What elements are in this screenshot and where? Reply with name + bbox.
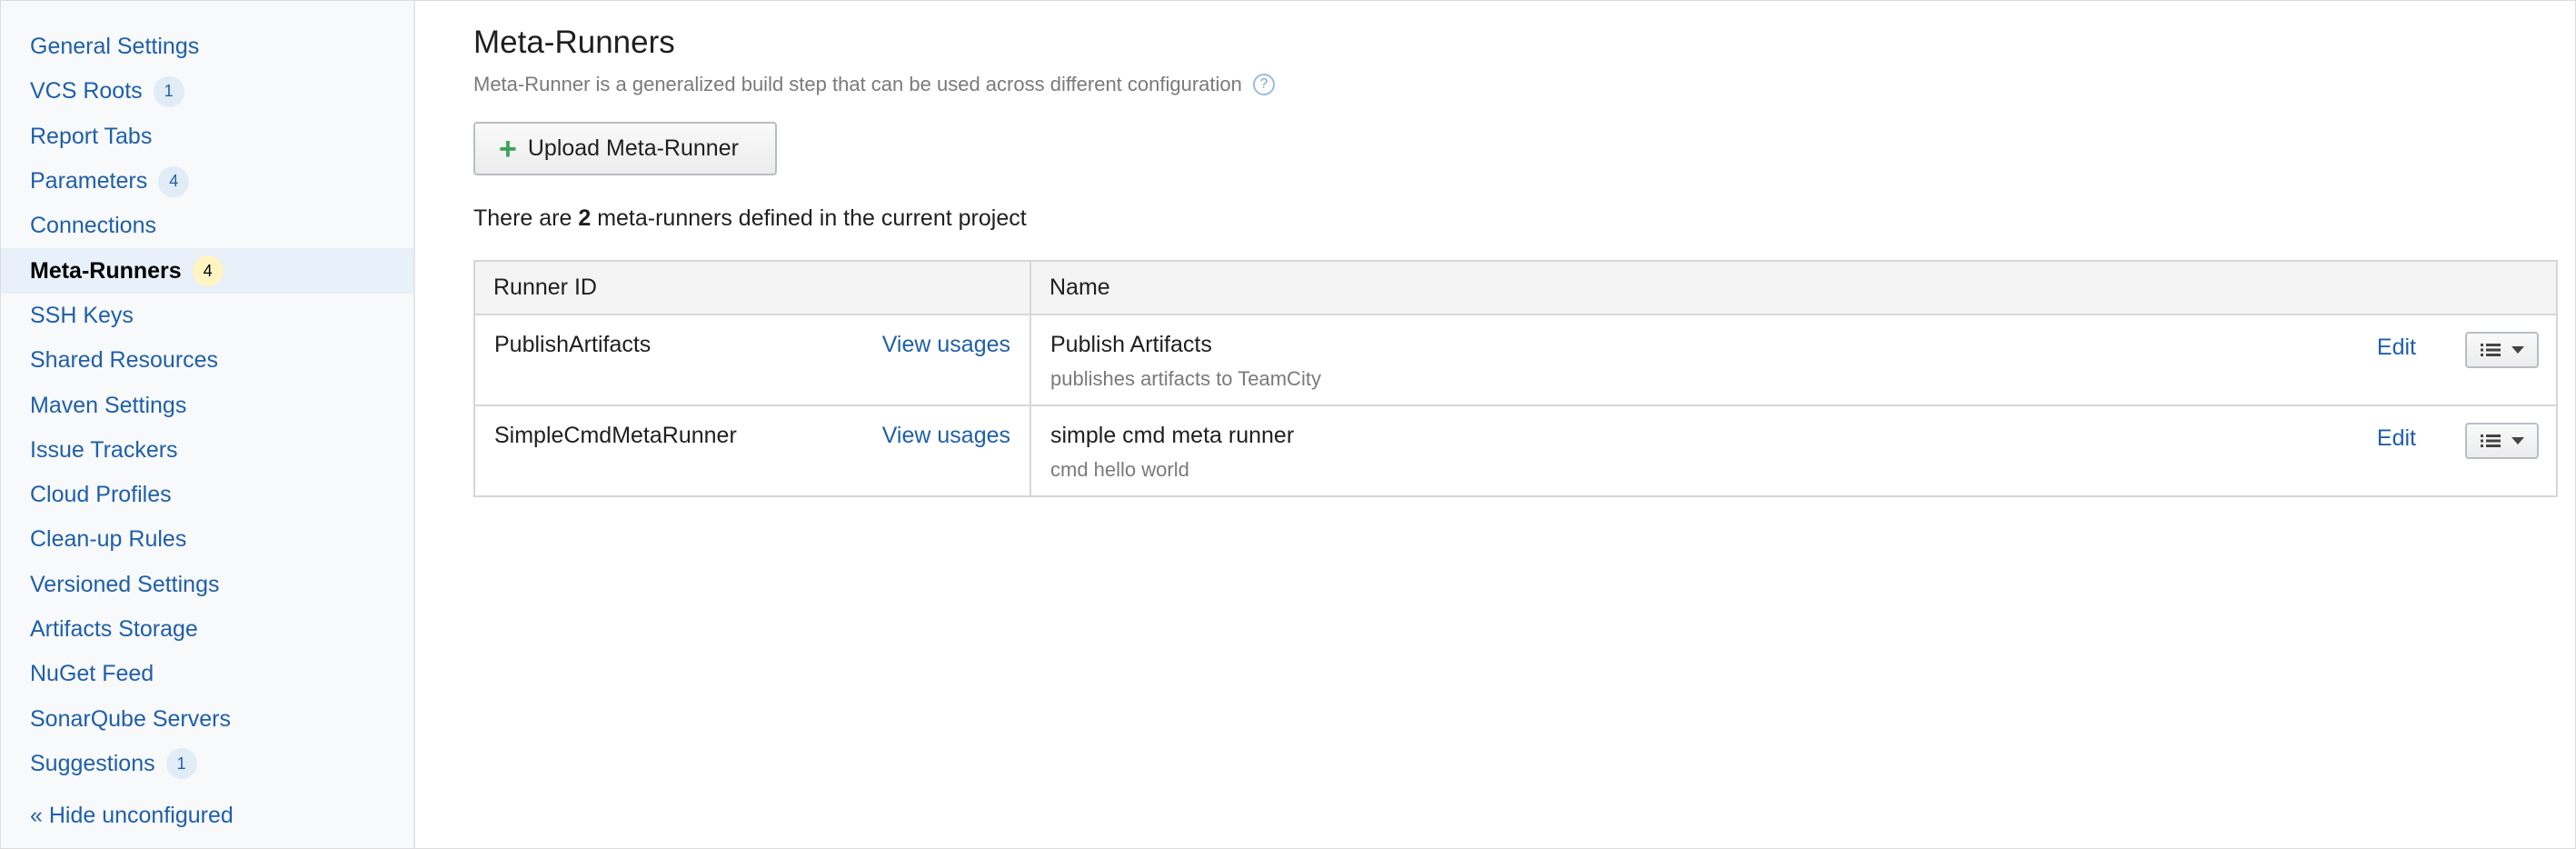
sidebar-item-parameters[interactable]: Parameters 4	[1, 159, 413, 204]
sidebar-item-sonarqube-servers[interactable]: SonarQube Servers	[1, 696, 413, 741]
table-row: SimpleCmdMetaRunner View usages simple c…	[473, 405, 2558, 497]
sidebar-item-report-tabs[interactable]: Report Tabs	[1, 115, 413, 159]
sidebar-item-label: Artifacts Storage	[30, 616, 198, 642]
sidebar-item-ssh-keys[interactable]: SSH Keys	[1, 294, 413, 338]
runner-name-cell: Publish Artifacts publishes artifacts to…	[1029, 314, 2558, 406]
runner-id: SimpleCmdMetaRunner	[494, 423, 737, 448]
view-usages-link[interactable]: View usages	[882, 332, 1010, 358]
page-title: Meta-Runners	[473, 25, 675, 60]
summary-count: 2	[578, 205, 592, 231]
sidebar-item-label: General Settings	[30, 34, 200, 60]
sidebar-item-shared-resources[interactable]: Shared Resources	[1, 338, 413, 383]
column-header-runner-id: Runner ID	[473, 260, 1031, 315]
sidebar-item-nuget-feed[interactable]: NuGet Feed	[1, 652, 413, 696]
sidebar-item-label: Suggestions	[30, 750, 155, 776]
sidebar-item-label: Connections	[30, 213, 156, 239]
summary-prefix: There are	[473, 205, 579, 231]
sidebar-item-suggestions[interactable]: Suggestions 1	[1, 742, 413, 786]
sidebar-item-label: SonarQube Servers	[30, 705, 231, 732]
runner-id: PublishArtifacts	[494, 332, 651, 357]
runner-description: publishes artifacts to TeamCity	[1050, 367, 1321, 390]
actions-menu-button[interactable]	[2465, 332, 2539, 368]
sidebar-item-vcs-roots[interactable]: VCS Roots 1	[1, 69, 413, 114]
sidebar-item-issue-trackers[interactable]: Issue Trackers	[1, 428, 413, 473]
sidebar-item-label: Issue Trackers	[30, 436, 178, 463]
count-badge: 1	[153, 75, 184, 107]
sidebar-item-label: Clean-up Rules	[30, 526, 187, 553]
sidebar-item-label: Versioned Settings	[30, 571, 220, 597]
sidebar-item-general-settings[interactable]: General Settings	[1, 25, 413, 69]
sidebar-item-label: Shared Resources	[30, 347, 219, 374]
sidebar-item-label: SSH Keys	[30, 302, 134, 328]
plus-icon: +	[499, 131, 517, 166]
upload-meta-runner-button[interactable]: + Upload Meta-Runner	[473, 122, 777, 175]
table-header-row: Runner ID Name	[473, 260, 2558, 315]
main-content: Meta-Runners Meta-Runner is a generalize…	[415, 1, 2575, 848]
count-badge: 1	[165, 748, 197, 780]
hide-unconfigured-link[interactable]: « Hide unconfigured	[30, 803, 234, 829]
page-description: Meta-Runner is a generalized build step …	[473, 73, 1275, 96]
edit-link[interactable]: Edit	[2377, 425, 2416, 452]
runner-name: Publish Artifacts	[1050, 332, 1212, 357]
edit-link[interactable]: Edit	[2377, 335, 2416, 361]
column-header-name: Name	[1029, 260, 2558, 315]
page-description-text: Meta-Runner is a generalized build step …	[473, 73, 1242, 95]
sidebar-item-cloud-profiles[interactable]: Cloud Profiles	[1, 473, 413, 517]
sidebar-item-connections[interactable]: Connections	[1, 204, 413, 248]
meta-runner-summary: There are 2 meta-runners defined in the …	[473, 205, 1027, 232]
runner-id-cell: PublishArtifacts View usages	[473, 314, 1031, 406]
runner-id-cell: SimpleCmdMetaRunner View usages	[473, 405, 1031, 497]
view-usages-link[interactable]: View usages	[882, 423, 1010, 449]
chevron-down-icon	[2511, 437, 2524, 444]
summary-suffix: meta-runners defined in the current proj…	[591, 205, 1027, 231]
sidebar-item-maven-settings[interactable]: Maven Settings	[1, 383, 413, 427]
sidebar-item-label: VCS Roots	[30, 78, 143, 105]
chevron-down-icon	[2511, 346, 2524, 354]
sidebar-item-artifacts-storage[interactable]: Artifacts Storage	[1, 607, 413, 652]
sidebar-item-label: NuGet Feed	[30, 661, 154, 687]
runner-description: cmd hello world	[1050, 458, 1189, 481]
upload-button-label: Upload Meta-Runner	[527, 135, 739, 161]
meta-runners-table: Runner ID Name PublishArtifacts View usa…	[473, 260, 2558, 497]
sidebar-item-clean-up-rules[interactable]: Clean-up Rules	[1, 517, 413, 562]
sidebar-item-meta-runners[interactable]: Meta-Runners 4	[1, 248, 413, 294]
count-badge: 4	[158, 165, 190, 197]
table-row: PublishArtifacts View usages Publish Art…	[473, 314, 2558, 406]
list-icon	[2480, 344, 2501, 356]
actions-menu-button[interactable]	[2465, 423, 2539, 459]
sidebar-item-label: Report Tabs	[30, 123, 153, 149]
count-badge: 4	[192, 255, 224, 287]
app-frame: General Settings VCS Roots 1 Report Tabs…	[0, 0, 2576, 849]
sidebar-item-label: Maven Settings	[30, 392, 187, 418]
runner-name: simple cmd meta runner	[1050, 423, 1295, 448]
list-icon	[2480, 434, 2501, 447]
help-icon[interactable]: ?	[1252, 74, 1275, 95]
sidebar: General Settings VCS Roots 1 Report Tabs…	[1, 1, 415, 848]
sidebar-item-versioned-settings[interactable]: Versioned Settings	[1, 563, 413, 607]
sidebar-item-label: Cloud Profiles	[30, 482, 172, 508]
sidebar-item-label: Meta-Runners	[30, 257, 182, 284]
sidebar-item-label: Parameters	[30, 168, 148, 195]
runner-name-cell: simple cmd meta runner cmd hello world E…	[1029, 405, 2558, 497]
